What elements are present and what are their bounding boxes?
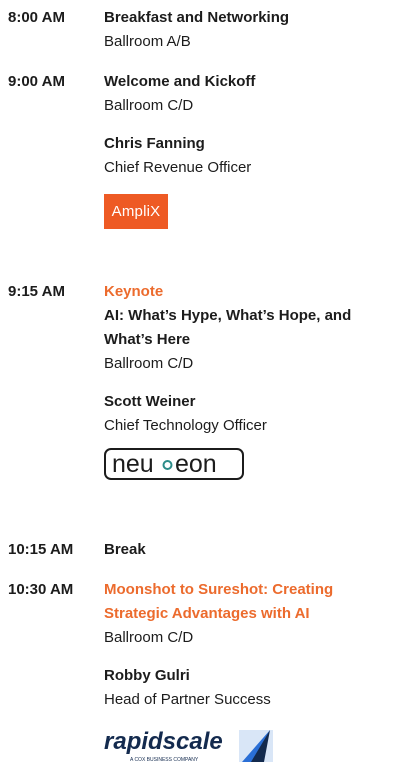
session-title-line-2: What’s Here [104, 331, 191, 348]
speaker-role: Chief Revenue Officer [104, 159, 252, 176]
session-room: Ballroom C/D [104, 355, 194, 372]
rapidscale-logo-subtext: A COX BUSINESS COMPANY [130, 757, 199, 763]
neueon-logo-text-a: neu [112, 450, 154, 478]
session-details: Moonshot to Sureshot: Creating Strategic… [104, 578, 389, 769]
session-title: Breakfast and Networking [104, 9, 290, 26]
session-title-line-1: AI: What’s Hype, What’s Hope, and [104, 307, 352, 324]
speaker-name: Scott Weiner [104, 393, 196, 410]
rapidscale-logo-text: rapidscale [104, 728, 223, 755]
session-title: Break [104, 541, 146, 558]
speaker-role: Head of Partner Success [104, 691, 271, 708]
session-tag: Keynote [104, 283, 164, 300]
rapidscale-logo: rapidscale A COX BUSINESS COMPANY [104, 728, 273, 763]
session-details: Breakfast and Networking Ballroom A/B [104, 6, 389, 54]
session-room: Ballroom A/B [104, 33, 191, 50]
speaker-role: Chief Technology Officer [104, 417, 267, 434]
session-time: 10:30 AM [8, 581, 74, 598]
rapidscale-rocket-icon [239, 730, 273, 762]
session-time: 10:15 AM [8, 541, 74, 558]
neueon-logo-dot [162, 460, 173, 470]
session-time: 8:00 AM [8, 9, 65, 26]
session-title: Welcome and Kickoff [104, 73, 256, 90]
session-room: Ballroom C/D [104, 97, 194, 114]
neueon-logo-text-b: eon [175, 450, 217, 478]
session-title-line-2: Strategic Advantages with AI [104, 605, 310, 622]
session-time: 9:15 AM [8, 283, 65, 300]
amplix-logo: AmpliX [104, 194, 168, 229]
speaker-name: Robby Gulri [104, 667, 190, 684]
session-details: Keynote AI: What’s Hype, What’s Hope, an… [104, 280, 389, 485]
speaker-name: Chris Fanning [104, 135, 205, 152]
session-details: Welcome and Kickoff Ballroom C/D Chris F… [104, 70, 389, 229]
neueon-logo: neu eon [104, 448, 244, 480]
session-title-line-1: Moonshot to Sureshot: Creating [104, 581, 334, 598]
amplix-logo-text: AmpliX [111, 203, 161, 220]
session-details: Break [104, 538, 389, 562]
session-room: Ballroom C/D [104, 629, 194, 646]
session-time: 9:00 AM [8, 73, 65, 90]
